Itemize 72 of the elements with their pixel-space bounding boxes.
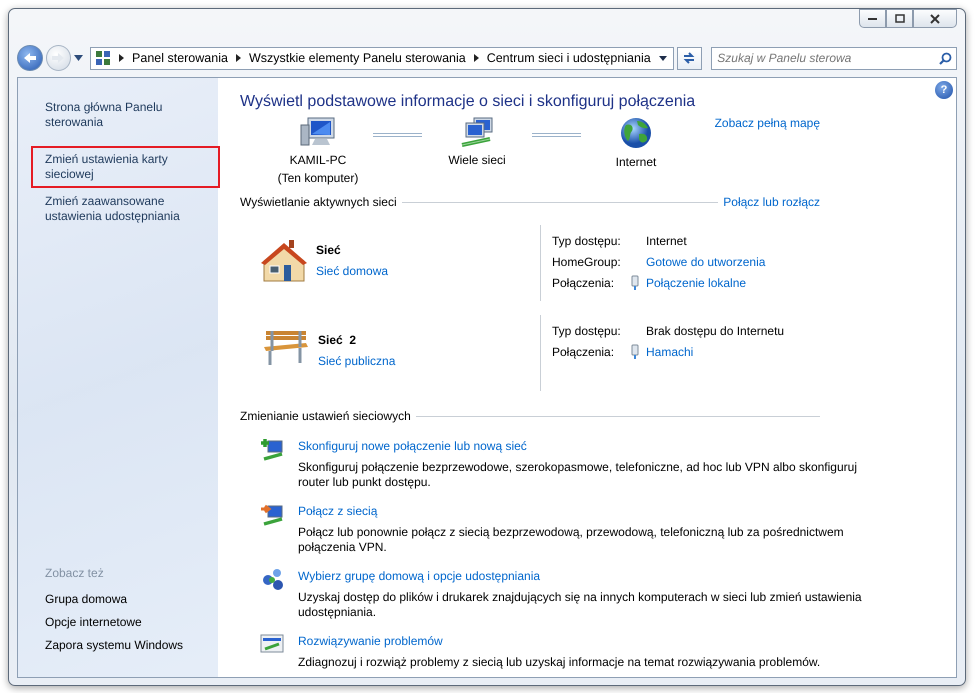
node-label: Internet <box>616 154 656 172</box>
network-type-link[interactable]: Sieć publiczna <box>318 352 396 370</box>
networked-computers-icon <box>460 117 494 148</box>
detail-value: Brak dostępu do Internetu <box>646 323 784 340</box>
detail-label: Typ dostępu: <box>552 233 622 250</box>
task-description: Połącz lub ponownie połącz z siecią bezprzewodową, przewodową, telefoniczną lub za pośrednictwem połączenia VPN. <box>298 525 845 556</box>
back-arrow-icon <box>22 52 37 64</box>
network-cable-icon <box>630 344 640 360</box>
see-also-heading: Zobacz też <box>45 565 105 582</box>
network-name: Sieć 2 <box>318 332 358 350</box>
address-bar[interactable]: Panel sterowania Wszystkie elementy Panelu sterowania Centrum sieci i udostępniania <box>90 46 674 70</box>
search-icon[interactable] <box>939 52 952 64</box>
network-type-link[interactable]: Sieć domowa <box>316 262 388 280</box>
detail-link[interactable]: Gotowe do utworzenia <box>646 253 766 272</box>
new-network-icon <box>260 437 284 462</box>
connect-network-icon <box>260 502 284 526</box>
connector-line <box>373 133 422 138</box>
task-link[interactable]: Skonfiguruj nowe połączenie lub nową sieć <box>298 437 527 456</box>
breadcrumb-arrow-icon[interactable] <box>119 54 124 62</box>
task-link[interactable]: Rozwiązywanie problemów <box>298 632 443 650</box>
minimize-icon <box>868 16 878 20</box>
sidebar-link[interactable]: Zmień ustawienia karty sieciowej <box>33 148 218 186</box>
see-also-link[interactable]: Grupa domowa <box>45 590 208 609</box>
task-description: Uzyskaj dostęp do plików i drukarek znajdujących się na innych komputerach w sieci lub zmień ustawienia udostępniania. <box>298 590 863 620</box>
section-heading: Zmienianie ustawień sieciowych <box>240 408 411 426</box>
refresh-button[interactable] <box>676 46 702 70</box>
breadcrumb-arrow-icon[interactable] <box>236 54 241 62</box>
breadcrumb[interactable]: Panel sterowania <box>132 48 228 68</box>
connect-disconnect-link[interactable]: Połącz lub rozłącz <box>723 193 820 212</box>
back-button[interactable] <box>17 45 43 71</box>
detail-label: Typ dostępu: <box>552 323 622 340</box>
node-label: KAMIL-PC <box>290 152 346 170</box>
task-link[interactable]: Połącz z siecią <box>298 502 378 520</box>
homegroup-icon <box>260 567 284 592</box>
close-button[interactable] <box>913 9 957 28</box>
node-sublabel: (Ten komputer) <box>278 170 358 188</box>
maximize-icon <box>894 14 904 23</box>
see-also-link[interactable]: Zapora systemu Windows <box>45 636 208 655</box>
sidebar-link[interactable]: Strona główna Panelu sterowania <box>44 96 214 134</box>
computer-icon <box>300 117 336 148</box>
task-description: Skonfiguruj połączenie bezprzewodowe, szerokopasmowe, telefoniczne, ad hoc lub VPN albo skonfiguruj router lub punkt dostępu. <box>298 460 858 490</box>
breadcrumb[interactable]: Centrum sieci i udostępniania <box>486 48 651 68</box>
task-link[interactable]: Wybierz grupę domową i opcje udostępniania <box>298 567 540 586</box>
forward-arrow-icon <box>51 52 66 64</box>
full-map-link[interactable]: Zobacz pełną mapę <box>714 114 820 188</box>
page-title: Wyświetl podstawowe informacje o sieci i skonfiguruj połączenia <box>240 92 696 112</box>
control-panel-icon <box>95 50 112 66</box>
detail-label: HomeGroup: <box>552 254 622 272</box>
breadcrumb-arrow-icon[interactable] <box>474 54 479 62</box>
minimize-button[interactable] <box>859 9 886 28</box>
network-name: Sieć <box>316 242 342 260</box>
section-heading: Wyświetlanie aktywnych sieci <box>240 194 397 212</box>
node-label: Wiele sieci <box>448 152 506 170</box>
detail-value: Internet <box>646 233 687 250</box>
detail-link[interactable]: Hamachi <box>646 343 694 362</box>
maximize-button[interactable] <box>886 9 913 28</box>
globe-icon <box>620 117 652 150</box>
connector-line <box>532 133 581 138</box>
dropdown-icon[interactable] <box>658 56 667 60</box>
detail-label: Połączenia: <box>552 275 616 292</box>
close-icon <box>929 14 941 24</box>
detail-link[interactable]: Połączenie lokalne <box>646 274 746 292</box>
detail-label: Połączenia: <box>552 344 616 362</box>
see-also-link[interactable]: Opcje internetowe <box>45 613 208 632</box>
task-description: Zdiagnozuj i rozwiąż problemy z siecią lub uzyskaj informacje na temat rozwiązywania problemów. <box>298 655 820 670</box>
sidebar-link[interactable]: Zmień zaawansowane ustawienia udostępniania <box>44 190 214 228</box>
history-dropdown-icon[interactable] <box>74 55 84 61</box>
network-cable-icon <box>630 275 640 292</box>
house-icon <box>260 239 308 284</box>
breadcrumb[interactable]: Wszystkie elementy Panelu sterowania <box>248 48 466 68</box>
help-button[interactable]: ? <box>935 81 953 99</box>
search-field[interactable]: Szukaj w Panelu sterowa <box>711 46 958 70</box>
